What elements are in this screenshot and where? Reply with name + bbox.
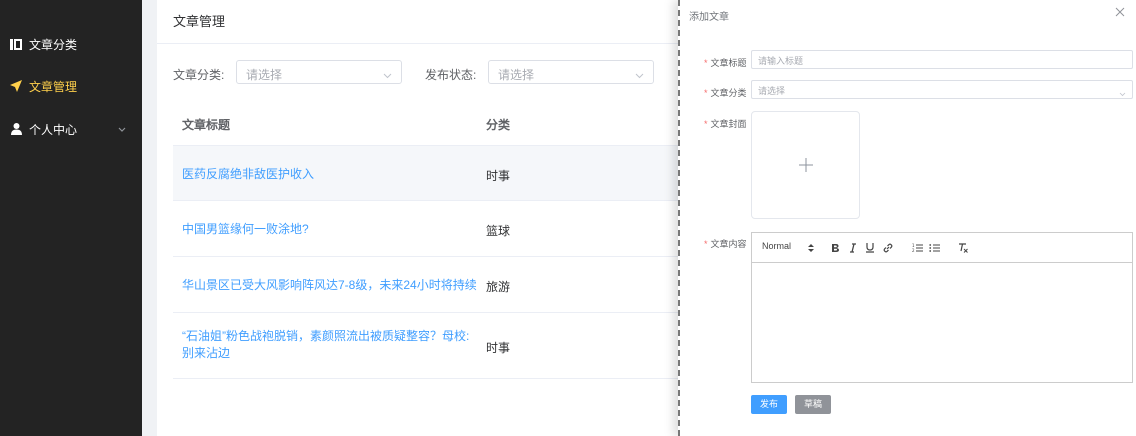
chevron-down-icon [635, 68, 644, 82]
form-label-text: 文章封面 [710, 119, 747, 129]
required-mark: * [704, 88, 708, 98]
plus-icon [799, 158, 813, 172]
rich-text-editor: Normal 12 [751, 232, 1133, 383]
form-label-content: * 文章内容 [704, 237, 747, 250]
link-icon[interactable] [883, 242, 893, 256]
table-header-row: 文章标题 分类 [173, 100, 713, 146]
sidebar-item-label: 文章分类 [29, 37, 78, 52]
category-select[interactable]: 请选择 [751, 80, 1133, 99]
close-icon[interactable] [1115, 6, 1127, 18]
article-title-link[interactable]: 中国男篮缘何一败涂地? [182, 221, 309, 238]
draft-button[interactable]: 草稿 [795, 395, 831, 414]
bold-icon[interactable] [831, 242, 840, 256]
sidebar: 文章分类 文章管理 个人中心 [0, 0, 142, 436]
table-row[interactable]: 中国男篮缘何一败涂地? 篮球 [173, 201, 713, 257]
table-row[interactable]: 医药反腐绝非敌医护收入 时事 [173, 146, 713, 201]
chevron-down-icon [118, 122, 126, 136]
article-category: 篮球 [486, 224, 511, 238]
sidebar-item-personal-center[interactable]: 个人中心 [0, 109, 142, 149]
category-filter-select[interactable]: 请选择 [236, 60, 402, 84]
select-placeholder: 请选择 [498, 68, 535, 82]
header-size-select[interactable]: Normal [762, 241, 791, 251]
status-filter-select[interactable]: 请选择 [488, 60, 654, 84]
required-mark: * [704, 119, 708, 129]
column-header-title: 文章标题 [182, 118, 231, 132]
ordered-list-icon[interactable]: 12 [912, 242, 923, 256]
drawer-title: 添加文章 [689, 12, 729, 23]
form-label-title: * 文章标题 [704, 56, 747, 69]
form-label-category: * 文章分类 [704, 86, 747, 99]
select-arrows-icon [808, 242, 814, 256]
bullet-list-icon[interactable] [929, 242, 940, 256]
table-row[interactable]: 华山景区已受大风影响阵风达7-8级，未来24小时将持续 旅游 [173, 257, 713, 313]
article-title-link[interactable]: 医药反腐绝非敌医护收入 [182, 166, 314, 183]
article-category: 旅游 [486, 280, 511, 294]
status-filter-label: 发布状态: [425, 68, 477, 82]
table-row[interactable]: “石油姐”粉色战袍脱销，素颜照流出被质疑整容？母校: 别来沾边 时事 [173, 313, 713, 379]
title-input[interactable]: 请输入标题 [751, 50, 1133, 69]
publish-button[interactable]: 发布 [751, 395, 787, 414]
sidebar-item-label: 文章管理 [29, 79, 78, 94]
article-category: 时事 [486, 169, 511, 183]
input-placeholder: 请输入标题 [758, 56, 804, 66]
underline-icon[interactable] [865, 242, 875, 256]
select-placeholder: 请选择 [758, 86, 786, 96]
send-icon [9, 79, 23, 93]
article-title-line: “石油姐”粉色战袍脱销，素颜照流出被质疑整容？母校: [182, 329, 470, 343]
required-mark: * [704, 239, 708, 249]
chevron-down-icon [1119, 86, 1126, 100]
svg-text:2: 2 [912, 248, 915, 253]
sidebar-item-label: 个人中心 [29, 122, 78, 137]
article-title-line: 别来沾边 [182, 346, 231, 360]
form-label-text: 文章内容 [710, 239, 747, 249]
clear-format-icon[interactable] [958, 242, 969, 256]
form-label-text: 文章分类 [710, 88, 747, 98]
article-title-link[interactable]: “石油姐”粉色战袍脱销，素颜照流出被质疑整容？母校: 别来沾边 [182, 328, 469, 362]
page-title: 文章管理 [173, 14, 226, 29]
user-icon [9, 122, 23, 136]
article-category: 时事 [486, 341, 511, 355]
sidebar-item-article-management[interactable]: 文章管理 [0, 66, 142, 106]
select-placeholder: 请选择 [246, 68, 283, 82]
article-title-link[interactable]: 华山景区已受大风影响阵风达7-8级，未来24小时将持续 [182, 277, 477, 294]
category-icon [9, 37, 23, 51]
required-mark: * [704, 58, 708, 68]
category-filter-label: 文章分类: [173, 68, 225, 82]
sidebar-item-article-category[interactable]: 文章分类 [0, 24, 142, 64]
column-header-category: 分类 [486, 118, 511, 132]
form-label-cover: * 文章封面 [704, 117, 747, 130]
chevron-down-icon [383, 68, 392, 82]
editor-toolbar: Normal 12 [752, 233, 1132, 263]
italic-icon[interactable] [849, 242, 857, 256]
header-size-value: Normal [762, 241, 792, 251]
cover-upload[interactable] [751, 111, 860, 219]
add-article-drawer: 添加文章 * 文章标题 请输入标题 * 文章分类 请选择 * 文章封面 * 文章内容 N… [678, 0, 1136, 436]
form-label-text: 文章标题 [710, 58, 747, 68]
